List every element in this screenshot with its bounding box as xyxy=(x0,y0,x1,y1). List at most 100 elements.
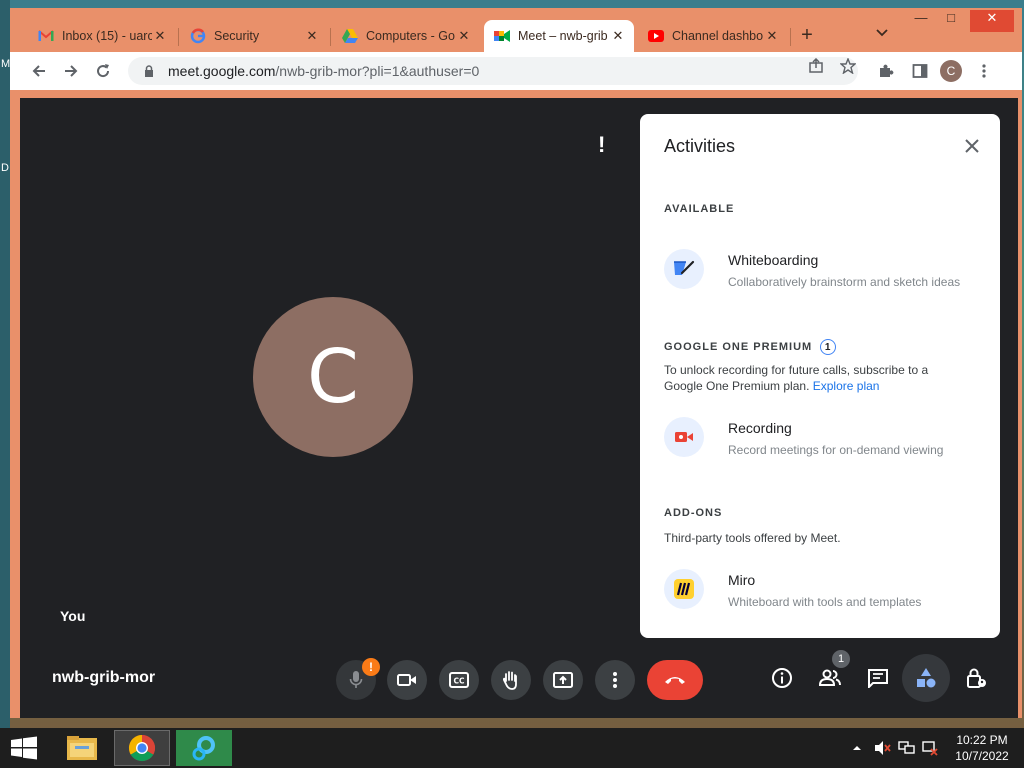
browser-toolbar: meet.google.com/nwb-grib-mor?pli=1&authu… xyxy=(10,52,1022,90)
arrow-left-icon xyxy=(32,65,45,77)
google-icon xyxy=(190,28,206,44)
folder-icon xyxy=(67,736,97,760)
captions-button[interactable]: CC xyxy=(439,660,479,700)
drive-icon xyxy=(342,28,358,44)
leave-call-button[interactable] xyxy=(647,660,703,700)
lock-person-icon xyxy=(967,668,986,688)
panel-title: Activities xyxy=(664,136,736,156)
participant-avatar: C xyxy=(253,297,413,457)
taskbar-file-explorer[interactable] xyxy=(54,730,110,766)
lock-icon[interactable] xyxy=(142,64,156,78)
desktop-edge: M D xyxy=(0,0,10,728)
reload-button[interactable] xyxy=(92,60,114,82)
miro-name[interactable]: Miro xyxy=(728,572,755,588)
youtube-icon xyxy=(648,28,664,44)
more-options-button[interactable] xyxy=(595,660,635,700)
url-text: meet.google.com/nwb-grib-mor?pli=1&authu… xyxy=(168,63,479,79)
present-button[interactable] xyxy=(543,660,583,700)
tab-divider xyxy=(790,28,791,46)
premium-description: To unlock recording for future calls, su… xyxy=(664,362,944,394)
chat-button[interactable] xyxy=(864,664,892,692)
close-tab-icon[interactable]: ✕ xyxy=(456,28,472,44)
recording-name[interactable]: Recording xyxy=(728,420,792,436)
start-button[interactable] xyxy=(10,736,38,760)
alert-icon[interactable]: ! xyxy=(598,132,605,158)
extensions-puzzle-icon[interactable] xyxy=(878,63,894,79)
gmail-icon xyxy=(38,28,54,44)
new-tab-button[interactable]: + xyxy=(796,24,818,47)
network-icon[interactable] xyxy=(898,728,916,768)
close-tab-icon[interactable]: ✕ xyxy=(304,28,320,44)
record-camera-icon xyxy=(675,432,693,442)
reload-icon xyxy=(97,64,110,78)
raise-hand-icon xyxy=(502,671,517,690)
meet-icon xyxy=(494,28,510,44)
video-camera-icon xyxy=(397,674,416,686)
svg-text:CC: CC xyxy=(453,677,465,686)
premium-text: To unlock recording for future calls, su… xyxy=(664,363,929,393)
tab-gmail[interactable]: Inbox (15) - uarc ✕ xyxy=(28,20,176,52)
arrow-right-icon xyxy=(65,65,78,77)
close-tab-icon[interactable]: ✕ xyxy=(764,28,780,44)
host-controls-button[interactable] xyxy=(962,664,990,692)
forward-button[interactable] xyxy=(60,60,82,82)
camera-button[interactable] xyxy=(387,660,427,700)
whiteboarding-name[interactable]: Whiteboarding xyxy=(728,252,818,268)
back-button[interactable] xyxy=(28,60,50,82)
people-button[interactable] xyxy=(816,664,844,692)
share-icon[interactable] xyxy=(808,57,824,74)
activities-shapes-icon xyxy=(917,668,936,688)
miro-item-icon[interactable] xyxy=(664,569,704,609)
clock-date: 10/7/2022 xyxy=(955,749,1009,763)
minimize-button[interactable]: — xyxy=(906,10,936,32)
section-addons: ADD-ONS xyxy=(664,507,723,519)
taskbar-app[interactable] xyxy=(176,730,232,766)
tab-strip: Inbox (15) - uarc ✕ Security ✕ Computers… xyxy=(10,8,1022,52)
bookmark-star-icon[interactable] xyxy=(839,57,857,75)
windows-logo-icon xyxy=(11,736,37,760)
volume-muted-icon[interactable] xyxy=(874,728,892,768)
tab-drive[interactable]: Computers - Go ✕ xyxy=(332,20,480,52)
app-gear-icon xyxy=(192,736,215,761)
meeting-info-button[interactable] xyxy=(768,664,796,692)
taskbar-chrome[interactable] xyxy=(114,730,170,766)
recording-desc: Record meetings for on-demand viewing xyxy=(728,443,944,457)
activities-panel: Activities AVAILABLE Whiteboarding Colla… xyxy=(640,114,1000,638)
raise-hand-button[interactable] xyxy=(491,660,531,700)
close-tab-icon[interactable]: ✕ xyxy=(152,28,168,44)
system-clock[interactable]: 10:22 PM 10/7/2022 xyxy=(950,732,1014,764)
tab-youtube[interactable]: Channel dashbo ✕ xyxy=(638,20,788,52)
browser-window: Inbox (15) - uarc ✕ Security ✕ Computers… xyxy=(10,8,1022,718)
explore-plan-link[interactable]: Explore plan xyxy=(813,379,880,393)
tab-search-chevron-icon[interactable] xyxy=(876,26,888,40)
meeting-code: nwb-grib-mor xyxy=(52,669,156,686)
address-bar[interactable]: meet.google.com/nwb-grib-mor?pli=1&authu… xyxy=(128,57,858,85)
side-panel-icon[interactable] xyxy=(912,63,928,79)
tray-overflow-icon[interactable] xyxy=(852,728,862,768)
miro-logo-icon xyxy=(674,579,694,599)
tab-meet[interactable]: Meet – nwb-grib ✕ xyxy=(484,20,634,52)
meet-stage: ! C You nwb-grib-mor ! CC 1 Activities A… xyxy=(20,98,1018,718)
tab-title: Channel dashbo xyxy=(672,29,764,43)
close-window-button[interactable]: ✕ xyxy=(970,10,1014,32)
chat-icon xyxy=(868,669,888,688)
tab-security[interactable]: Security ✕ xyxy=(180,20,328,52)
section-premium-label: GOOGLE ONE PREMIUM xyxy=(664,340,813,353)
close-panel-button[interactable] xyxy=(960,134,984,158)
profile-avatar[interactable]: C xyxy=(940,60,962,82)
hang-up-icon xyxy=(665,677,685,684)
close-icon xyxy=(965,139,979,153)
tab-divider xyxy=(330,28,331,46)
recording-item-icon[interactable] xyxy=(664,417,704,457)
close-tab-icon[interactable]: ✕ xyxy=(610,28,626,44)
people-icon xyxy=(818,669,841,686)
more-vert-icon[interactable] xyxy=(976,63,992,79)
action-center-icon[interactable] xyxy=(922,728,938,768)
addons-description: Third-party tools offered by Meet. xyxy=(664,531,841,545)
miro-desc: Whiteboard with tools and templates xyxy=(728,595,922,609)
activities-button[interactable] xyxy=(902,654,950,702)
maximize-button[interactable]: □ xyxy=(936,10,966,32)
section-premium: GOOGLE ONE PREMIUM 1 xyxy=(664,339,837,355)
tab-title: Computers - Go xyxy=(366,29,455,43)
whiteboarding-item-icon[interactable] xyxy=(664,249,704,289)
